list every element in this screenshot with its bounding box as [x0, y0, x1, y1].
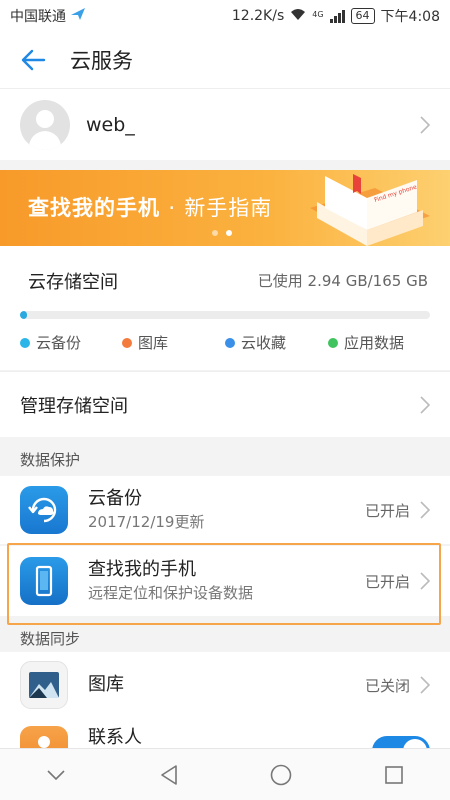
back-button[interactable]	[8, 32, 58, 88]
cloud-storage-card[interactable]: 云存储空间 已使用 2.94 GB/165 GB 云备份 图库 云收藏 应用数据	[0, 246, 450, 370]
legend-dot-favorites	[225, 337, 235, 348]
legend-dot-app-data	[328, 337, 338, 348]
row-title: 云备份	[88, 488, 142, 509]
gallery-icon	[20, 661, 68, 709]
signal-icon	[329, 9, 345, 23]
back-arrow-icon	[21, 49, 46, 71]
chevron-right-icon	[420, 395, 430, 414]
banner-pager	[212, 230, 232, 236]
status-bar: 中国联通 12.2K/s 4G 64 下午4:08	[0, 0, 450, 32]
nav-hide-button[interactable]	[26, 749, 86, 800]
banner-separator: ·	[168, 196, 176, 220]
app-header: 云服务	[0, 32, 450, 88]
chevron-right-icon	[420, 572, 430, 590]
nav-back-button[interactable]	[139, 749, 199, 800]
wifi-icon	[290, 8, 306, 25]
nav-back-triangle-icon	[160, 764, 177, 785]
page-title: 云服务	[70, 49, 133, 73]
nav-recents-square-icon	[384, 765, 403, 784]
storage-progress-bar	[20, 311, 430, 319]
manage-storage-row[interactable]: 管理存储空间	[0, 371, 450, 437]
storage-used: 已使用 2.94 GB/165 GB	[257, 272, 428, 290]
cloud-backup-icon	[20, 486, 68, 534]
network-speed: 12.2K/s	[231, 8, 285, 24]
legend-dot-gallery	[122, 337, 132, 348]
legend-label: 图库	[138, 334, 169, 352]
system-nav-bar	[0, 748, 450, 800]
cloud-backup-text: 云备份 2017/12/19更新	[88, 487, 204, 533]
contacts-text: 联系人	[88, 726, 142, 750]
guide-book-icon: Find my phone	[310, 174, 430, 246]
row-subtitle: 2017/12/19更新	[88, 513, 205, 531]
row-subtitle: 远程定位和保护设备数据	[88, 584, 254, 602]
section-header-data-protection: 数据保护	[20, 451, 81, 469]
network-type: 4G	[312, 10, 324, 19]
banner-text: 查找我的手机 · 新手指南	[28, 192, 272, 222]
carrier-label: 中国联通	[10, 9, 66, 25]
legend-label: 云备份	[36, 334, 82, 352]
legend-item-gallery: 图库	[122, 332, 168, 353]
cloud-backup-row[interactable]: 云备份 2017/12/19更新 已开启	[0, 476, 450, 544]
phone-icon	[35, 565, 53, 597]
battery-indicator: 64	[350, 8, 375, 24]
legend-label: 云收藏	[241, 334, 287, 352]
legend-dot-backup	[20, 337, 30, 348]
gallery-text: 图库	[88, 673, 124, 697]
nav-home-button[interactable]	[251, 749, 311, 800]
account-row[interactable]: web_	[0, 88, 450, 160]
pager-dot	[212, 230, 218, 236]
row-title: 图库	[88, 674, 124, 695]
screen: 中国联通 12.2K/s 4G 64 下午4:08 云服务 web_ 查找我的手…	[0, 0, 450, 800]
find-my-phone-text: 查找我的手机 远程定位和保护设备数据	[88, 558, 253, 604]
legend-item-backup: 云备份	[20, 332, 81, 353]
row-status: 已开启	[364, 572, 410, 591]
chevron-down-icon	[47, 769, 65, 780]
nav-recents-button[interactable]	[364, 749, 424, 800]
legend-item-favorites: 云收藏	[225, 332, 286, 353]
find-my-phone-row[interactable]: 查找我的手机 远程定位和保护设备数据 已开启	[0, 546, 450, 616]
row-status: 已开启	[364, 501, 410, 520]
find-my-phone-icon	[20, 557, 68, 605]
nav-home-circle-icon	[270, 764, 292, 785]
legend-label: 应用数据	[344, 334, 405, 352]
account-name: web_	[86, 113, 135, 136]
avatar	[20, 99, 70, 150]
carrier-plane-icon	[70, 7, 86, 25]
backup-sync-icon	[28, 497, 57, 523]
pager-dot-active	[226, 230, 232, 236]
row-status: 已关闭	[364, 676, 410, 695]
gallery-sync-row[interactable]: 图库 已关闭	[0, 652, 450, 718]
manage-storage-label: 管理存储空间	[20, 395, 128, 417]
chevron-right-icon	[420, 501, 430, 519]
chevron-right-icon	[420, 676, 430, 694]
row-title: 查找我的手机	[88, 559, 196, 580]
storage-progress-fill	[20, 311, 28, 319]
find-phone-guide-banner[interactable]: 查找我的手机 · 新手指南 Find my phone	[0, 170, 450, 246]
banner-title: 查找我的手机	[28, 196, 160, 220]
row-title: 联系人	[88, 727, 142, 748]
banner-subtitle: 新手指南	[184, 196, 273, 220]
chevron-right-icon	[420, 115, 430, 134]
clock: 下午4:08	[380, 9, 440, 25]
user-avatar-icon	[28, 109, 62, 150]
section-header-data-sync: 数据同步	[20, 630, 81, 648]
legend-item-app-data: 应用数据	[328, 332, 404, 353]
landscape-photo-icon	[29, 672, 59, 698]
storage-title: 云存储空间	[28, 272, 118, 293]
